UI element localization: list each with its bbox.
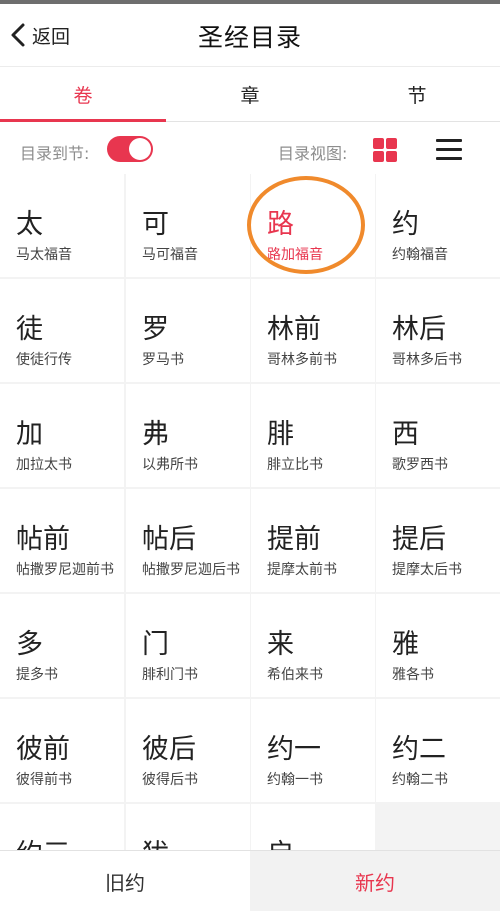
book-abbr: 林前 [267, 314, 321, 345]
book-abbr: 帖后 [142, 524, 196, 555]
book-abbr: 彼前 [16, 734, 70, 765]
book-cell[interactable]: 提后 提摩太后书 [376, 489, 500, 592]
book-abbr: 西 [392, 419, 419, 450]
tab-chapter[interactable]: 章 [167, 67, 333, 121]
list-view-icon[interactable] [436, 137, 462, 163]
book-cell[interactable]: 彼后 彼得后书 [126, 699, 250, 802]
book-name: 马可福音 [142, 247, 198, 263]
book-grid: 太马太福音可马可福音路路加福音约约翰福音徒使徒行传罗罗马书 林前 哥林多前书 林后 哥林… [0, 174, 500, 850]
toc-to-verse-toggle[interactable] [107, 136, 153, 162]
book-cell[interactable]: 雅雅各书 [376, 594, 500, 697]
book-abbr: 林后 [392, 314, 446, 345]
book-name: 帖撒罗尼迦后书 [142, 562, 240, 578]
book-cell[interactable]: 启 [251, 804, 375, 850]
tab-verse[interactable]: 节 [334, 67, 500, 121]
book-cell[interactable]: 约约翰福音 [376, 174, 500, 277]
book-abbr: 加 [16, 419, 43, 450]
level-tabs: 卷 章 节 [0, 66, 500, 122]
book-abbr: 彼后 [142, 734, 196, 765]
book-cell[interactable]: 门腓利门书 [126, 594, 250, 697]
book-abbr: 弗 [142, 419, 169, 450]
book-abbr: 提后 [392, 524, 446, 555]
grid-view-icon[interactable] [371, 136, 399, 164]
book-cell[interactable]: 罗罗马书 [126, 279, 250, 382]
book-cell[interactable]: 加加拉太书 [0, 384, 124, 487]
book-cell[interactable]: 西歌罗西书 [376, 384, 500, 487]
book-name: 约翰二书 [392, 772, 448, 788]
book-abbr: 约二 [392, 734, 446, 765]
book-abbr: 犹 [142, 832, 169, 850]
book-abbr: 太 [16, 209, 43, 240]
book-cell[interactable]: 徒使徒行传 [0, 279, 124, 382]
book-abbr: 提前 [267, 524, 321, 555]
book-name: 帖撒罗尼迦前书 [16, 562, 114, 578]
header-bar: 返回 圣经目录 [0, 4, 500, 66]
book-name: 雅各书 [392, 667, 434, 683]
book-abbr: 可 [142, 209, 169, 240]
book-abbr: 路 [267, 209, 294, 240]
book-cell[interactable]: 提前 提摩太前书 [251, 489, 375, 592]
book-abbr: 门 [142, 629, 169, 660]
toggle-knob [129, 138, 151, 160]
book-abbr: 启 [267, 832, 294, 850]
book-cell[interactable]: 可马可福音 [126, 174, 250, 277]
book-abbr: 约 [392, 209, 419, 240]
book-cell[interactable]: 来希伯来书 [251, 594, 375, 697]
book-cell[interactable]: 弗以弗所书 [126, 384, 250, 487]
book-abbr: 雅 [392, 629, 419, 660]
book-name: 使徒行传 [16, 352, 72, 368]
book-name: 约翰一书 [267, 772, 323, 788]
toc-view-label: 目录视图: [278, 144, 348, 163]
book-cell[interactable]: 约三 [0, 804, 124, 850]
tab-volume[interactable]: 卷 [0, 67, 166, 121]
book-name: 哥林多前书 [267, 352, 337, 368]
options-bar: 目录到节: 目录视图: [0, 122, 500, 176]
book-abbr: 帖前 [16, 524, 70, 555]
old-testament-tab[interactable]: 旧约 [0, 851, 250, 911]
book-name: 约翰福音 [392, 247, 448, 263]
book-name: 哥林多后书 [392, 352, 462, 368]
book-cell[interactable]: 约一 约翰一书 [251, 699, 375, 802]
book-name: 马太福音 [16, 247, 72, 263]
book-name: 提摩太后书 [392, 562, 462, 578]
book-abbr: 来 [267, 629, 294, 660]
book-cell[interactable]: 帖前 帖撒罗尼迦前书 [0, 489, 124, 592]
book-name: 路加福音 [267, 247, 323, 263]
book-name: 提多书 [16, 667, 58, 683]
book-abbr: 多 [16, 629, 43, 660]
book-cell[interactable]: 帖后 帖撒罗尼迦后书 [126, 489, 250, 592]
book-cell[interactable]: 太马太福音 [0, 174, 124, 277]
book-name: 彼得前书 [16, 772, 72, 788]
book-name: 腓立比书 [267, 457, 323, 473]
book-abbr: 约三 [16, 832, 70, 850]
book-name: 歌罗西书 [392, 457, 448, 473]
book-name: 希伯来书 [267, 667, 323, 683]
testament-switcher: 旧约 新约 [0, 850, 500, 911]
book-abbr: 腓 [267, 419, 294, 450]
page-title: 圣经目录 [197, 23, 302, 52]
toc-to-verse-label: 目录到节: [20, 144, 90, 163]
book-abbr: 约一 [267, 734, 321, 765]
book-name: 以弗所书 [142, 457, 198, 473]
book-cell[interactable]: 路路加福音 [251, 174, 375, 277]
new-testament-tab[interactable]: 新约 [250, 851, 500, 911]
book-cell[interactable]: 林前 哥林多前书 [251, 279, 375, 382]
book-cell[interactable]: 约二 约翰二书 [376, 699, 500, 802]
book-name: 彼得后书 [142, 772, 198, 788]
book-abbr: 徒 [16, 314, 43, 345]
book-abbr: 罗 [142, 314, 169, 345]
book-name: 腓利门书 [142, 667, 198, 683]
book-cell[interactable]: 林后 哥林多后书 [376, 279, 500, 382]
book-name: 提摩太前书 [267, 562, 337, 578]
book-name: 加拉太书 [16, 457, 72, 473]
book-cell[interactable]: 彼前 彼得前书 [0, 699, 124, 802]
book-name: 罗马书 [142, 352, 184, 368]
book-cell[interactable]: 犹 [126, 804, 250, 850]
book-cell[interactable]: 多提多书 [0, 594, 124, 697]
book-cell[interactable]: 腓腓立比书 [251, 384, 375, 487]
